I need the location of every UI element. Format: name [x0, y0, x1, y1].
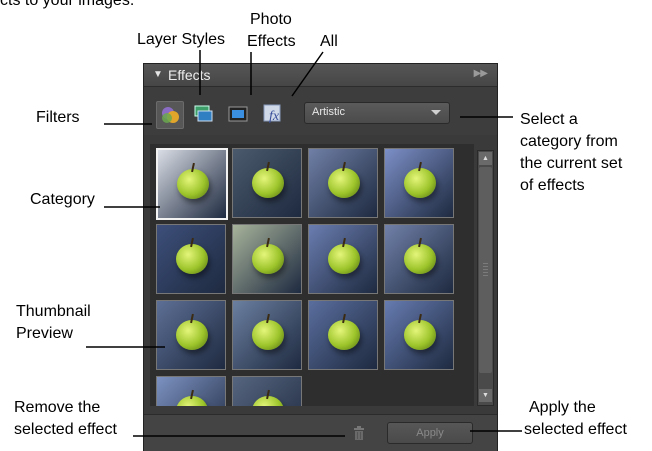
callout-photo-effects-line2: Effects [247, 33, 296, 50]
scroll-thumb[interactable] [479, 167, 492, 373]
effect-thumbnail[interactable] [384, 300, 454, 370]
callout-photo-effects-line1: Photo [250, 11, 292, 28]
chevron-down-icon [431, 110, 441, 115]
all-effects-button[interactable]: fx [260, 101, 286, 127]
callout-apply-line2: selected effect [524, 421, 627, 438]
effect-thumbnail[interactable] [156, 224, 226, 294]
apple-image [328, 244, 360, 274]
triangle-down-icon[interactable]: ▼ [153, 69, 163, 80]
effect-thumbnail[interactable] [232, 224, 302, 294]
photo-effects-button[interactable] [225, 101, 251, 127]
callout-filters: Filters [36, 109, 80, 126]
thumbnail-grid [150, 144, 474, 406]
panel-title: Effects [168, 67, 211, 83]
callout-select-category-line4: of effects [520, 177, 585, 194]
apple-image [404, 244, 436, 274]
effect-thumbnail[interactable] [384, 148, 454, 218]
all-effects-icon: fx [263, 104, 281, 124]
effect-thumbnail[interactable] [384, 224, 454, 294]
apple-image [404, 168, 436, 198]
layer-styles-button[interactable] [190, 101, 216, 127]
effect-thumbnail[interactable] [308, 224, 378, 294]
apple-image [328, 168, 360, 198]
callout-layer-styles: Layer Styles [137, 31, 226, 48]
vertical-scrollbar[interactable]: ▲ ▼ [477, 150, 494, 406]
effect-thumbnail[interactable] [232, 300, 302, 370]
svg-text:fx: fx [269, 109, 280, 124]
apply-button[interactable]: Apply [387, 422, 473, 444]
photo-effects-icon [228, 106, 248, 122]
callout-select-category-line1: Select a [520, 111, 578, 128]
callout-select-category-line3: the current set [520, 155, 623, 172]
intro-text: cts to your images. [0, 0, 135, 9]
callout-thumbnail-line1: Thumbnail [16, 303, 91, 320]
scroll-down-icon[interactable]: ▼ [479, 389, 492, 402]
effect-thumbnail[interactable] [232, 148, 302, 218]
callout-category: Category [30, 191, 95, 208]
layer-styles-icon [194, 105, 213, 122]
panel-header[interactable]: ▼ Effects ▶▶ [144, 64, 497, 87]
callout-remove-line1: Remove the [14, 399, 101, 416]
effect-thumbnail[interactable] [308, 148, 378, 218]
callout-remove-line2: selected effect [14, 421, 117, 438]
effects-panel: ▼ Effects ▶▶ fx Artistic ▲ ▼ Apply [143, 63, 498, 451]
callout-select-category-line2: category from [520, 133, 618, 150]
grip-icon [483, 263, 488, 277]
callout-all: All [320, 33, 338, 50]
filters-icon [162, 107, 179, 123]
category-dropdown-value: Artistic [312, 106, 345, 118]
callout-apply-line1: Apply the [529, 399, 596, 416]
scroll-up-icon[interactable]: ▲ [479, 152, 492, 165]
trash-icon[interactable] [353, 426, 365, 445]
apple-image [404, 320, 436, 350]
effects-toolbar: fx Artistic [144, 87, 497, 135]
panel-footer: Apply [144, 414, 497, 451]
effect-thumbnail[interactable] [156, 148, 228, 220]
apple-image [252, 168, 284, 198]
apple-image [252, 244, 284, 274]
apple-image [176, 320, 208, 350]
filters-button[interactable] [156, 101, 184, 129]
callout-thumbnail-line2: Preview [16, 325, 73, 342]
effect-thumbnail[interactable] [156, 300, 226, 370]
panel-menu-icon[interactable]: ▶▶ [474, 68, 488, 79]
apple-image [177, 169, 209, 199]
apple-image [176, 244, 208, 274]
effect-thumbnail[interactable] [308, 300, 378, 370]
category-dropdown[interactable]: Artistic [304, 102, 450, 124]
apple-image [328, 320, 360, 350]
effect-thumbnail[interactable] [156, 376, 226, 406]
effect-thumbnail[interactable] [232, 376, 302, 406]
apple-image [252, 320, 284, 350]
